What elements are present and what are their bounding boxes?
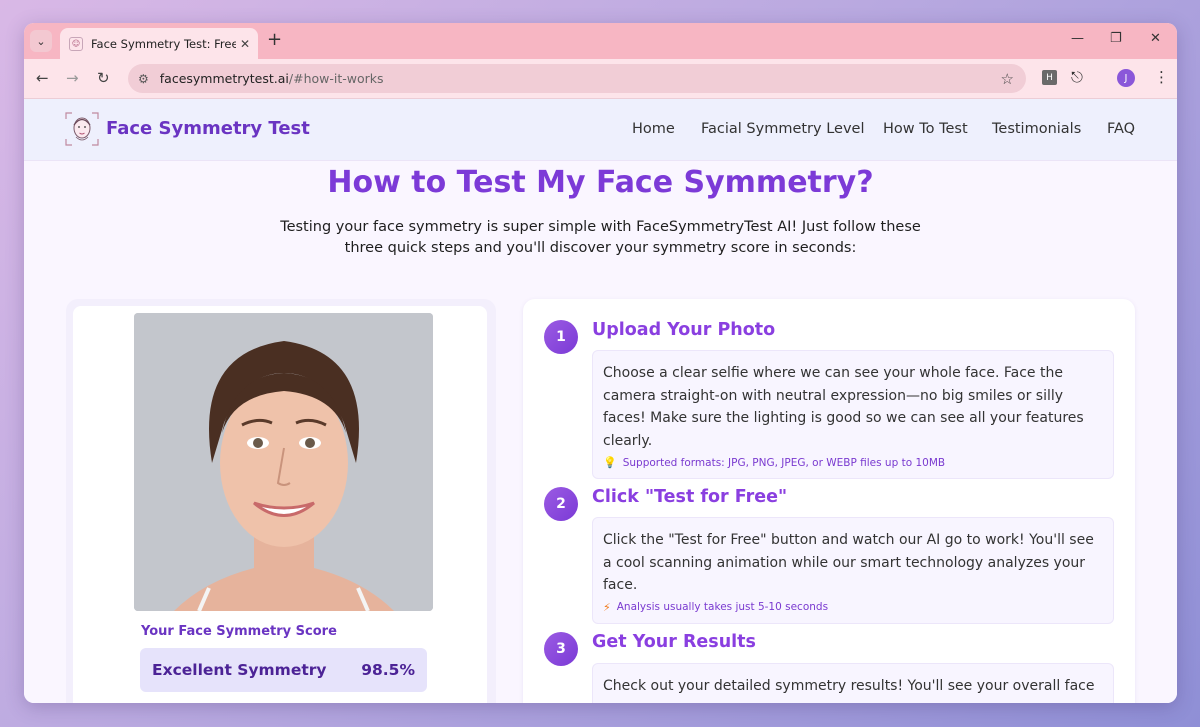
steps-card: 1 Upload Your Photo Choose a clear selfi…	[523, 299, 1135, 703]
step-3-box: Check out your detailed symmetry results…	[592, 663, 1114, 703]
step-1-description: Choose a clear selfie where we can see y…	[603, 365, 1084, 449]
reload-icon[interactable]: ↻	[97, 69, 110, 87]
section-title: How to Test My Face Symmetry?	[327, 165, 874, 200]
score-value: 98.5%	[361, 661, 415, 679]
nav-facial-symmetry-level[interactable]: Facial Symmetry Level	[701, 121, 865, 137]
profile-avatar[interactable]: J	[1117, 69, 1135, 87]
bookmark-star-icon[interactable]: ☆	[1001, 70, 1014, 88]
browser-tab-active[interactable]: ☺ Face Symmetry Test: Free Online ✕	[60, 28, 258, 59]
sample-face-photo	[134, 313, 433, 611]
step-2-number: 2	[544, 487, 578, 521]
close-window-icon[interactable]: ✕	[1150, 31, 1161, 46]
tab-strip: ⌄ ☺ Face Symmetry Test: Free Online ✕ + …	[24, 23, 1177, 59]
minimize-icon[interactable]: —	[1071, 31, 1084, 46]
site-info-icon[interactable]: ⚙	[138, 72, 149, 86]
favicon-icon: ☺	[69, 36, 83, 51]
lightbulb-icon: 💡	[603, 456, 617, 469]
step-1-box: Choose a clear selfie where we can see y…	[592, 350, 1114, 479]
nav-home[interactable]: Home	[632, 121, 675, 137]
url-path: /#how-it-works	[288, 71, 384, 86]
nav-how-to-test[interactable]: How To Test	[883, 121, 968, 137]
example-result-card: Your Face Symmetry Score Excellent Symme…	[66, 299, 496, 703]
new-tab-button[interactable]: +	[267, 31, 282, 49]
address-bar[interactable]: ⚙ facesymmetrytest.ai /#how-it-works ☆	[128, 64, 1026, 93]
step-3-title: Get Your Results	[592, 632, 756, 652]
step-2-description: Click the "Test for Free" button and wat…	[603, 532, 1094, 593]
step-2-title: Click "Test for Free"	[592, 487, 788, 507]
step-3-description: Check out your detailed symmetry results…	[603, 678, 1095, 694]
browser-toolbar: ← → ↻ ⚙ facesymmetrytest.ai /#how-it-wor…	[24, 59, 1177, 99]
tab-title: Face Symmetry Test: Free Online	[91, 36, 236, 51]
back-icon[interactable]: ←	[36, 69, 49, 87]
step-2-note-text: Analysis usually takes just 5-10 seconds	[616, 601, 829, 613]
step-3-number: 3	[544, 632, 578, 666]
forward-icon[interactable]: →	[66, 69, 79, 87]
score-rating: Excellent Symmetry	[152, 661, 327, 679]
section-subtitle: Testing your face symmetry is super simp…	[280, 219, 921, 256]
step-2-note: ⚡ Analysis usually takes just 5-10 secon…	[603, 601, 1103, 614]
score-box: Excellent Symmetry 98.5%	[140, 648, 427, 692]
site-logo-text[interactable]: Face Symmetry Test	[106, 118, 310, 139]
score-label: Your Face Symmetry Score	[141, 624, 337, 639]
step-1-number: 1	[544, 320, 578, 354]
step-2-box: Click the "Test for Free" button and wat…	[592, 517, 1114, 624]
close-tab-icon[interactable]: ✕	[240, 37, 250, 51]
step-1-note: 💡 Supported formats: JPG, PNG, JPEG, or …	[603, 456, 1103, 469]
chevron-down-icon: ⌄	[36, 34, 46, 48]
step-1-title: Upload Your Photo	[592, 320, 776, 340]
tab-search-button[interactable]: ⌄	[30, 30, 52, 52]
web-page: Face Symmetry Test Home Facial Symmetry …	[24, 99, 1177, 703]
nav-faq[interactable]: FAQ	[1107, 121, 1135, 137]
browser-window: ⌄ ☺ Face Symmetry Test: Free Online ✕ + …	[24, 23, 1177, 703]
lightning-icon: ⚡	[603, 600, 611, 614]
example-result-inner: Your Face Symmetry Score Excellent Symme…	[73, 306, 487, 703]
extensions-puzzle-icon[interactable]: ⎋	[1071, 68, 1083, 86]
step-1-note-text: Supported formats: JPG, PNG, JPEG, or WE…	[622, 456, 946, 469]
site-header: Face Symmetry Test Home Facial Symmetry …	[24, 99, 1177, 161]
nav-testimonials[interactable]: Testimonials	[992, 121, 1081, 137]
restore-icon[interactable]: ❐	[1110, 31, 1122, 46]
more-menu-icon[interactable]: ⋮	[1154, 68, 1169, 86]
extension-h-icon[interactable]: H	[1042, 70, 1057, 85]
url-host: facesymmetrytest.ai	[159, 71, 289, 86]
face-logo-icon[interactable]	[64, 111, 100, 147]
